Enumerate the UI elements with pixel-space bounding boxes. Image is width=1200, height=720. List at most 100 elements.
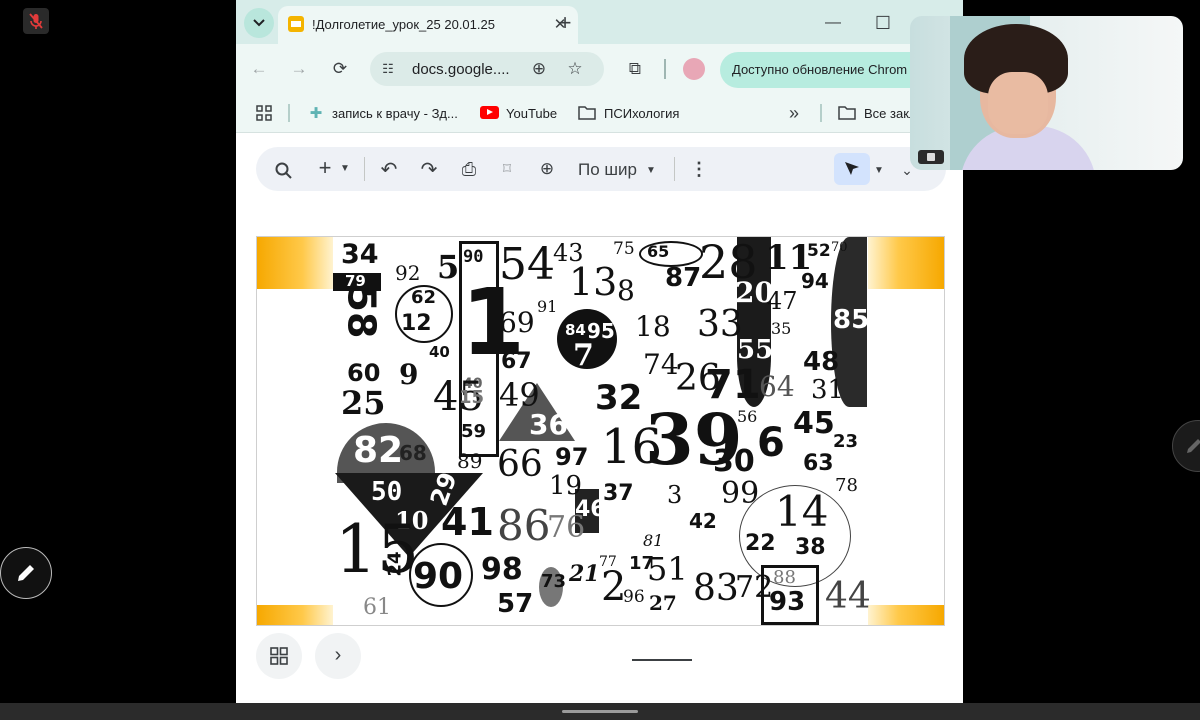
maximize-button[interactable]: ☐ (868, 9, 898, 37)
webcam-video (910, 16, 1183, 170)
document-viewer: + ▼ ↶ ↷ ⎙ ⌑ ⊕ По шир ▼ ⋮ ▼ ⌄ 34 79 92 5 … (236, 133, 963, 703)
bookmark-item-psychology[interactable]: ПСИхология (578, 100, 698, 126)
slide-number: 67 (501, 349, 532, 374)
slide-number: 69 (499, 306, 535, 339)
more-icon[interactable]: ⋮ (688, 158, 710, 180)
bookmark-label: Все закл (864, 106, 917, 121)
slide-number: 14 (775, 487, 829, 536)
plus-icon[interactable]: + (314, 155, 336, 180)
slide-number: 15 (335, 511, 419, 588)
home-indicator[interactable] (562, 710, 638, 713)
search-icon[interactable] (272, 159, 294, 181)
new-tab-button[interactable]: + (550, 9, 580, 37)
undo-icon[interactable]: ↶ (378, 158, 400, 181)
slide-number: 22 (745, 531, 776, 556)
back-icon[interactable]: ← (246, 56, 272, 82)
chevron-right-icon: › (334, 643, 342, 666)
tab-search-button[interactable] (244, 8, 274, 38)
slide-number: 36 (529, 408, 568, 441)
mic-muted-icon[interactable] (23, 8, 49, 34)
site-settings-icon[interactable]: ☷ (378, 59, 398, 79)
slide-number: 65 (647, 242, 670, 261)
slide-number: 48 (803, 347, 840, 377)
slide-number: 18 (635, 310, 671, 343)
slides-icon (288, 16, 304, 32)
slide-number: 45 (793, 406, 835, 441)
annotate-button[interactable] (0, 547, 52, 599)
slide-stripe (257, 605, 333, 625)
zoom-icon[interactable]: ⊕ (536, 158, 558, 180)
minimize-button[interactable]: — (818, 9, 848, 37)
slide-number: 86 (497, 501, 551, 550)
slide-number: 54 (499, 239, 555, 290)
slide-number: 90 (463, 247, 484, 267)
slide-number: 31 (811, 375, 845, 405)
zoom-icon[interactable]: ⊕ (528, 58, 550, 80)
chevron-down-icon[interactable]: ▼ (644, 163, 658, 177)
reload-icon[interactable]: ⟳ (327, 56, 353, 82)
slide-number: 90 (413, 556, 464, 597)
format-paint-icon[interactable]: ⌑ (496, 158, 518, 180)
grid-view-button[interactable] (256, 633, 302, 679)
chevron-down-icon[interactable]: ▼ (872, 163, 886, 177)
slide-number: 30 (713, 444, 755, 479)
slide-number: 88 (773, 567, 796, 588)
slide-number: 37 (603, 481, 634, 506)
numbers-image: 34 79 92 5 90 1 54 43 75 65 28 11 52 70 … (333, 237, 871, 625)
slide-number: 7 (573, 338, 594, 373)
slide-number: 70 (831, 240, 848, 255)
slide-number: 61 (363, 595, 391, 620)
tab-active[interactable]: !Долголетие_урок_25 20.01.25 ✕ (278, 6, 578, 44)
slide-stripe (257, 237, 333, 289)
camera-label-icon (918, 150, 944, 164)
side-pencil-button[interactable] (1172, 420, 1200, 472)
forward-icon[interactable]: → (286, 56, 312, 82)
slide-number: 40 (429, 343, 450, 361)
pointer-tool-button[interactable] (834, 153, 870, 185)
slide-number: 17 (629, 553, 655, 574)
toolbar-divider (364, 157, 365, 181)
folder-icon (578, 106, 596, 120)
chevron-down-icon (253, 19, 265, 27)
slide-number: 89 (457, 449, 483, 473)
slide-number: 68 (399, 441, 427, 465)
slide-number: 32 (595, 378, 643, 418)
chevron-down-icon[interactable]: ▼ (338, 161, 352, 175)
slide-number: 96 (623, 587, 645, 607)
bookmarks-overflow-icon[interactable]: » (782, 102, 806, 124)
slide-number: 62 (411, 287, 437, 308)
slide-number: 94 (801, 269, 829, 293)
slide-number: 15 (459, 387, 485, 408)
next-slide-button[interactable]: › (315, 633, 361, 679)
slide-number: 85 (833, 305, 870, 335)
slide-number: 52 (807, 241, 831, 261)
slide-number: 49 (499, 376, 540, 414)
slide-number: 13 (569, 260, 618, 304)
slide-number: 47 (767, 287, 798, 315)
medical-icon: ✚ (309, 105, 323, 122)
pencil-icon (18, 565, 34, 581)
address-bar[interactable]: ☷ docs.google.... ⊕ ☆ (370, 52, 604, 86)
profile-avatar[interactable] (683, 58, 705, 80)
slide-number: 82 (353, 430, 404, 471)
apps-grid-icon[interactable] (254, 103, 274, 123)
bookmark-star-icon[interactable]: ☆ (564, 58, 586, 80)
pencil-icon (1187, 439, 1200, 453)
slide-number: 8 (617, 274, 635, 307)
print-icon[interactable]: ⎙ (458, 158, 480, 180)
zoom-select[interactable]: По шир (578, 160, 637, 180)
slide-stripe (868, 237, 944, 289)
slide-number: 3 (667, 481, 683, 509)
bookmark-label: YouTube (506, 106, 558, 121)
slide-number: 55 (737, 335, 774, 365)
update-label: Доступно обновление Chrom (732, 62, 908, 77)
slide-number: 64 (759, 370, 795, 403)
bookmark-item-youtube[interactable]: YouTube (480, 100, 570, 126)
folder-icon (838, 106, 856, 120)
slide-number: 84 (565, 321, 586, 339)
slide-number: 74 (643, 348, 679, 381)
slide-canvas: 34 79 92 5 90 1 54 43 75 65 28 11 52 70 … (256, 236, 945, 626)
slide-number: 73 (541, 571, 567, 592)
redo-icon[interactable]: ↷ (418, 158, 440, 181)
extensions-icon[interactable]: ⧉ (622, 56, 648, 82)
